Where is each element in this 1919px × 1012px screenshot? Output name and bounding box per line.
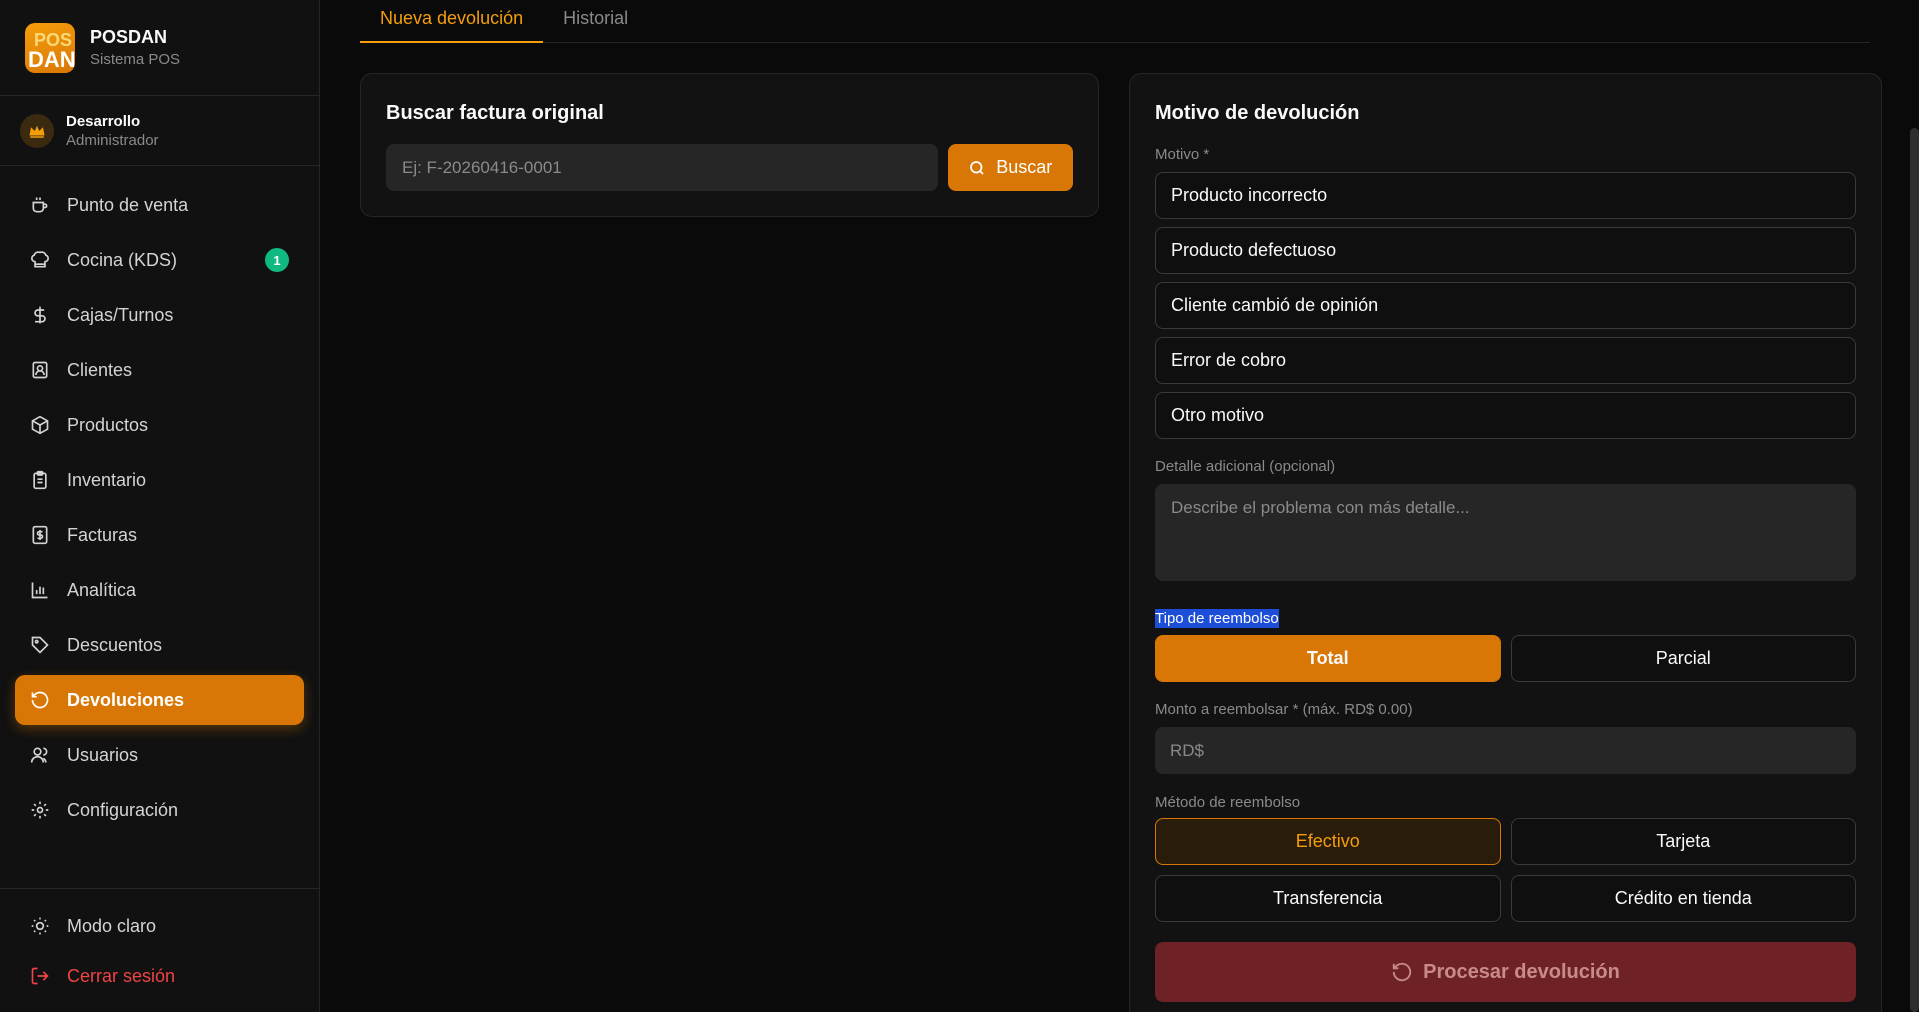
user-name: Desarrollo	[66, 112, 141, 130]
rotate-ccw-icon	[29, 689, 51, 711]
sidebar-item-punto-de-venta[interactable]: Punto de venta	[15, 180, 304, 230]
sidebar-nav: Punto de venta Cocina (KDS) 1 Cajas/Turn…	[15, 180, 304, 840]
sidebar-item-label: Descuentos	[67, 634, 163, 655]
refund-method-group-2: Transferencia Crédito en tienda	[1155, 875, 1856, 922]
posdan-logo: POS DAN	[25, 22, 75, 73]
refund-method-group: Efectivo Tarjeta	[1155, 818, 1856, 865]
sidebar-item-label: Cajas/Turnos	[67, 304, 174, 325]
reason-option[interactable]: Otro motivo	[1155, 392, 1856, 439]
reason-option[interactable]: Cliente cambió de opinión	[1155, 282, 1856, 329]
sidebar-item-label: Analítica	[67, 579, 137, 600]
logout-button[interactable]: Cerrar sesión	[15, 951, 304, 1001]
refund-type-group: Total Parcial	[1155, 635, 1856, 682]
method-transfer-button[interactable]: Transferencia	[1155, 875, 1501, 922]
sidebar-item-configuracion[interactable]: Configuración	[15, 785, 304, 835]
reason-option[interactable]: Producto defectuoso	[1155, 227, 1856, 274]
brand-title: POSDAN	[90, 27, 168, 47]
refund-type-total-button[interactable]: Total	[1155, 635, 1501, 682]
sidebar-item-facturas[interactable]: Facturas	[15, 510, 304, 560]
sidebar-item-label: Cocina (KDS)	[67, 249, 178, 270]
motivo-label: Motivo *	[1155, 146, 1210, 163]
sidebar-item-label: Clientes	[67, 359, 133, 380]
package-icon	[29, 414, 51, 436]
rotate-ccw-icon	[1391, 961, 1413, 983]
reason-option[interactable]: Error de cobro	[1155, 337, 1856, 384]
sidebar-item-cajas-turnos[interactable]: Cajas/Turnos	[15, 290, 304, 340]
sidebar-footer: Modo claro Cerrar sesión	[0, 888, 319, 1012]
refund-amount-input[interactable]: RD$	[1155, 727, 1856, 774]
user-profile: Desarrollo Administrador	[0, 96, 319, 166]
tag-icon	[29, 634, 51, 656]
sidebar-item-usuarios[interactable]: Usuarios	[15, 730, 304, 780]
dollar-icon	[29, 304, 51, 326]
kds-count-badge: 1	[265, 248, 289, 272]
sidebar-item-analitica[interactable]: Analítica	[15, 565, 304, 615]
light-mode-label: Modo claro	[67, 915, 157, 936]
sidebar: POS DAN POSDAN Sistema POS Desarrollo Ad…	[0, 0, 320, 1012]
sidebar-item-label: Devoluciones	[67, 689, 185, 710]
light-mode-toggle[interactable]: Modo claro	[15, 901, 304, 951]
reason-options: Producto incorrecto Producto defectuoso …	[1155, 172, 1856, 439]
sidebar-item-label: Productos	[67, 414, 149, 435]
invoice-search-input[interactable]	[386, 144, 938, 191]
coffee-cup-icon	[29, 194, 51, 216]
gear-icon	[29, 799, 51, 821]
invoice-search-card: Buscar factura original Buscar	[360, 73, 1099, 217]
sidebar-item-inventario[interactable]: Inventario	[15, 455, 304, 505]
return-reason-card: Motivo de devolución Motivo * Producto i…	[1129, 73, 1882, 1012]
tab-historial[interactable]: Historial	[543, 0, 648, 43]
process-return-button[interactable]: Procesar devolución	[1155, 942, 1856, 1002]
sidebar-item-label: Inventario	[67, 469, 147, 490]
detail-textarea[interactable]: Describe el problema con más detalle...	[1155, 484, 1856, 581]
search-icon	[968, 159, 986, 177]
reason-card-title: Motivo de devolución	[1155, 102, 1360, 124]
sidebar-item-productos[interactable]: Productos	[15, 400, 304, 450]
search-button[interactable]: Buscar	[947, 144, 1073, 191]
sidebar-item-label: Facturas	[67, 524, 138, 545]
method-cash-button[interactable]: Efectivo	[1155, 818, 1501, 865]
tab-nueva-devolucion[interactable]: Nueva devolución	[360, 0, 544, 43]
method-card-button[interactable]: Tarjeta	[1510, 818, 1856, 865]
logout-icon	[29, 965, 51, 987]
reason-option[interactable]: Producto incorrecto	[1155, 172, 1856, 219]
detail-label: Detalle adicional (opcional)	[1155, 458, 1336, 475]
sidebar-item-label: Punto de venta	[67, 194, 189, 215]
sidebar-item-descuentos[interactable]: Descuentos	[15, 620, 304, 670]
page-scrollbar[interactable]	[1910, 128, 1919, 1012]
amount-label: Monto a reembolsar * (máx. RD$ 0.00)	[1155, 701, 1413, 718]
refund-type-partial-button[interactable]: Parcial	[1510, 635, 1856, 682]
users-icon	[29, 744, 51, 766]
sun-icon	[29, 915, 51, 937]
receipt-icon	[29, 524, 51, 546]
logout-label: Cerrar sesión	[67, 965, 176, 986]
search-card-title: Buscar factura original	[386, 102, 604, 124]
sidebar-item-label: Configuración	[67, 799, 179, 820]
bar-chart-icon	[29, 579, 51, 601]
process-return-label: Procesar devolución	[1423, 960, 1620, 983]
sidebar-item-devoluciones[interactable]: Devoluciones	[15, 675, 304, 725]
sidebar-item-clientes[interactable]: Clientes	[15, 345, 304, 395]
refund-type-label: Tipo de reembolso	[1155, 609, 1279, 628]
brand-subtitle: Sistema POS	[90, 51, 181, 68]
user-role: Administrador	[66, 131, 159, 149]
crown-icon	[20, 113, 54, 148]
method-store-credit-button[interactable]: Crédito en tienda	[1510, 875, 1856, 922]
chef-hat-icon	[29, 249, 51, 271]
method-label: Método de reembolso	[1155, 794, 1301, 811]
sidebar-item-label: Usuarios	[67, 744, 139, 765]
clipboard-icon	[29, 469, 51, 491]
sidebar-item-cocina[interactable]: Cocina (KDS) 1	[15, 235, 304, 285]
contact-icon	[29, 359, 51, 381]
brand: POS DAN POSDAN Sistema POS	[0, 0, 319, 96]
search-button-label: Buscar	[996, 157, 1053, 177]
tab-bar: Nueva devolución Historial	[360, 0, 1870, 43]
